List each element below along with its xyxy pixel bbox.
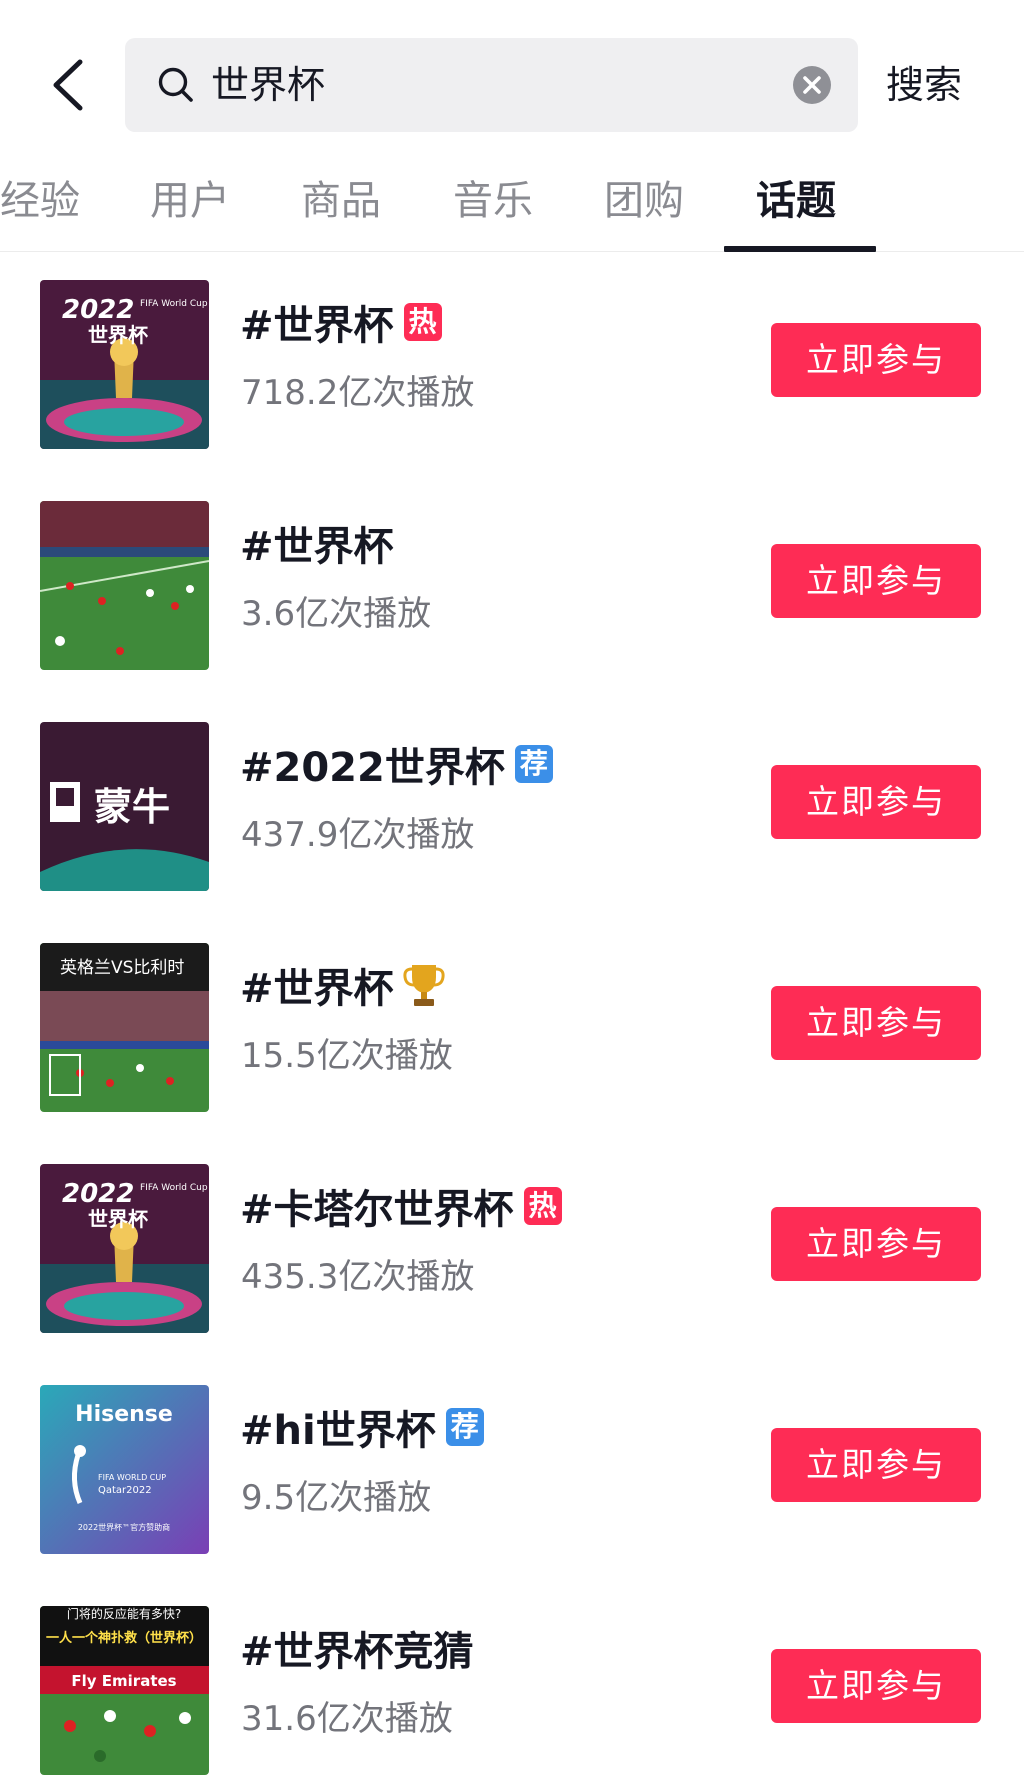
tab-topics[interactable]: 话题 xyxy=(756,150,836,252)
thumb-text-ad: Fly Emirates xyxy=(71,1672,176,1690)
topic-play-count: 3.6亿次播放 xyxy=(241,594,432,634)
topic-thumbnail: 2022 FIFA World Cup 世界杯 xyxy=(40,280,209,449)
topic-row[interactable]: #世界杯 3.6亿次播放 立即参与 xyxy=(0,473,1024,694)
topic-row[interactable]: 2022 FIFA World Cup 世界杯 #世界杯 热 718.2亿次播放… xyxy=(0,252,1024,473)
join-button[interactable]: 立即参与 xyxy=(771,1428,981,1502)
thumb-text-caption-2: 一人一个神扑救（世界杯） xyxy=(46,1630,202,1646)
search-input[interactable]: 世界杯 xyxy=(125,38,858,132)
topic-row[interactable]: 蒙牛 #2022世界杯 荐 437.9亿次播放 立即参与 xyxy=(0,694,1024,915)
thumb-text-brand: Hisense xyxy=(75,1402,173,1427)
join-button[interactable]: 立即参与 xyxy=(771,1207,981,1281)
tab-bar: 经验 用户 商品 音乐 团购 话题 xyxy=(0,150,1024,252)
topic-row[interactable]: Hisense FIFA WORLD CUP Qatar2022 2022世界杯… xyxy=(0,1357,1024,1578)
topic-title: #卡塔尔世界杯 热 xyxy=(240,1180,562,1233)
topic-title-text: #世界杯 xyxy=(240,524,394,570)
topic-play-count: 15.5亿次播放 xyxy=(241,1036,453,1076)
thumb-text-name: 世界杯 xyxy=(88,1207,148,1231)
topic-title-text: #世界杯竞猜 xyxy=(240,1629,474,1675)
topic-play-count: 718.2亿次播放 xyxy=(241,373,475,413)
topic-thumbnail xyxy=(40,501,209,670)
topic-row[interactable]: 英格兰VS比利时 #世界杯 15.5亿次播放 立即参与 xyxy=(0,915,1024,1136)
topic-title-text: #hi世界杯 xyxy=(240,1408,436,1454)
search-icon xyxy=(158,67,193,102)
topic-title-text: #世界杯 xyxy=(240,303,394,349)
topic-play-count: 9.5亿次播放 xyxy=(241,1478,432,1518)
thumb-text-caption-1: 门将的反应能有多快? xyxy=(67,1606,181,1621)
search-button[interactable]: 搜索 xyxy=(886,38,962,132)
recommend-badge: 荐 xyxy=(514,745,553,783)
topic-title: #2022世界杯 荐 xyxy=(240,738,553,791)
thumb-text-caption: 英格兰VS比利时 xyxy=(60,958,184,978)
thumb-text-qatar: Qatar2022 xyxy=(98,1485,152,1496)
topic-title: #世界杯 xyxy=(240,959,446,1012)
topic-thumbnail: Hisense FIFA WORLD CUP Qatar2022 2022世界杯… xyxy=(40,1385,209,1554)
topic-thumbnail: 门将的反应能有多快? 一人一个神扑救（世界杯） Fly Emirates xyxy=(40,1606,209,1775)
back-button[interactable] xyxy=(40,52,96,118)
thumb-text-name: 世界杯 xyxy=(88,323,148,347)
topic-play-count: 31.6亿次播放 xyxy=(241,1699,453,1739)
topic-play-count: 435.3亿次播放 xyxy=(241,1257,475,1297)
tab-products[interactable]: 商品 xyxy=(301,150,381,252)
thumb-text-fifa: FIFA WORLD CUP xyxy=(98,1473,166,1482)
topic-row[interactable]: 门将的反应能有多快? 一人一个神扑救（世界杯） Fly Emirates #世界… xyxy=(0,1578,1024,1791)
topic-title: #世界杯 xyxy=(240,517,394,570)
tab-experience[interactable]: 经验 xyxy=(0,150,80,252)
topic-title: #世界杯竞猜 xyxy=(240,1622,474,1675)
topic-title: #世界杯 热 xyxy=(240,296,442,349)
topic-title-text: #卡塔尔世界杯 xyxy=(240,1187,514,1233)
thumb-text-fifa: FIFA World Cup xyxy=(140,1183,208,1193)
topic-row[interactable]: 2022 FIFA World Cup 世界杯 #卡塔尔世界杯 热 435.3亿… xyxy=(0,1136,1024,1357)
topic-thumbnail: 2022 FIFA World Cup 世界杯 xyxy=(40,1164,209,1333)
topic-title-text: #世界杯 xyxy=(240,966,394,1012)
join-button[interactable]: 立即参与 xyxy=(771,1649,981,1723)
thumb-text-year: 2022 xyxy=(62,295,134,325)
trophy-icon xyxy=(402,965,445,1006)
topic-title-text: #2022世界杯 xyxy=(240,745,505,791)
topic-title: #hi世界杯 荐 xyxy=(240,1401,484,1454)
thumb-text-year: 2022 xyxy=(62,1179,134,1209)
tab-group-buy[interactable]: 团购 xyxy=(604,150,684,252)
join-button[interactable]: 立即参与 xyxy=(771,765,981,839)
search-header: 世界杯 搜索 xyxy=(0,0,1024,150)
topic-play-count: 437.9亿次播放 xyxy=(241,815,475,855)
search-query-text: 世界杯 xyxy=(211,63,326,107)
join-button[interactable]: 立即参与 xyxy=(771,986,981,1060)
recommend-badge: 荐 xyxy=(445,1408,484,1446)
join-button[interactable]: 立即参与 xyxy=(771,544,981,618)
hot-badge: 热 xyxy=(403,303,442,341)
chevron-left-icon xyxy=(53,59,83,111)
tab-users[interactable]: 用户 xyxy=(150,150,230,252)
topic-thumbnail: 英格兰VS比利时 xyxy=(40,943,209,1112)
topic-thumbnail: 蒙牛 xyxy=(40,722,209,891)
tab-music[interactable]: 音乐 xyxy=(453,150,533,252)
hot-badge: 热 xyxy=(523,1187,562,1225)
join-button[interactable]: 立即参与 xyxy=(771,323,981,397)
thumb-text-brand: 蒙牛 xyxy=(94,785,170,829)
thumb-text-fifa: FIFA World Cup xyxy=(140,299,208,309)
clear-circle-icon[interactable] xyxy=(792,65,832,105)
thumb-text-sponsor: 2022世界杯™官方赞助商 xyxy=(78,1522,170,1532)
